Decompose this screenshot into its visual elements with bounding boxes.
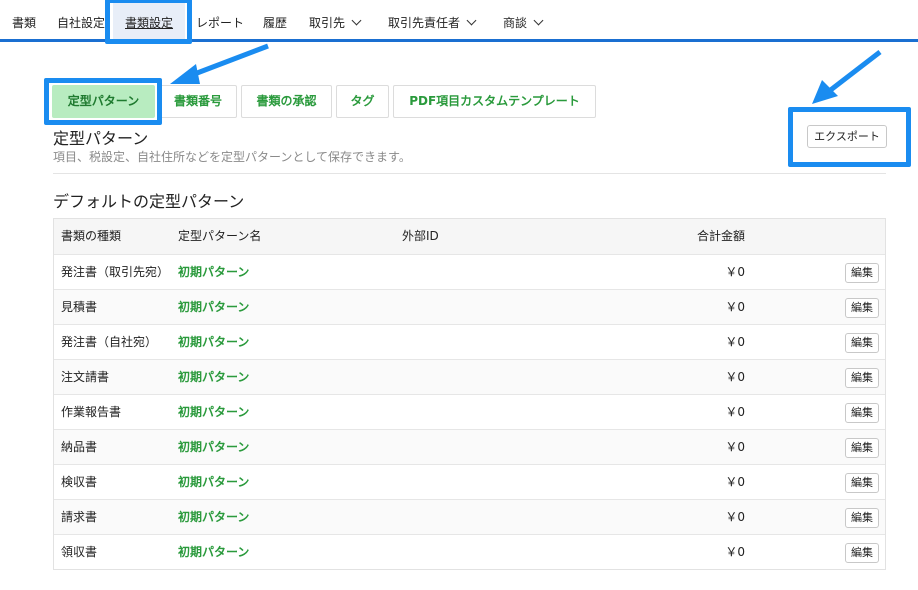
edit-button[interactable]: 編集 (845, 333, 879, 353)
nav-item-company-settings[interactable]: 自社設定 (57, 0, 105, 42)
nav-item-clients[interactable]: 取引先 (309, 0, 362, 42)
row-document-type: 見積書 (61, 300, 98, 314)
row-total-amount: ￥0 (725, 300, 745, 314)
table-row: 作業報告書 初期パターン ￥0 編集 (54, 394, 885, 429)
column-header-type: 書類の種類 (61, 229, 122, 243)
chevron-down-icon (533, 15, 544, 26)
edit-button[interactable]: 編集 (845, 403, 879, 423)
row-document-type: 発注書（自社宛） (61, 335, 158, 349)
edit-button[interactable]: 編集 (845, 473, 879, 493)
nav-item-reports[interactable]: レポート (196, 0, 244, 42)
row-document-type: 発注書（取引先宛） (61, 265, 170, 279)
row-document-type: 作業報告書 (61, 405, 122, 419)
table-header-row: 書類の種類 定型パターン名 外部ID 合計金額 (54, 219, 885, 254)
row-document-type: 領収書 (61, 545, 98, 559)
default-patterns-title: デフォルトの定型パターン (53, 192, 245, 211)
row-total-amount: ￥0 (725, 370, 745, 384)
table-row: 発注書（自社宛） 初期パターン ￥0 編集 (54, 324, 885, 359)
nav-item-history[interactable]: 履歴 (263, 0, 287, 42)
row-pattern-name-link[interactable]: 初期パターン (178, 395, 249, 430)
edit-button[interactable]: 編集 (845, 438, 879, 458)
table-row: 検収書 初期パターン ￥0 編集 (54, 464, 885, 499)
chevron-down-icon (466, 15, 477, 26)
nav-item-client-contacts[interactable]: 取引先責任者 (388, 0, 477, 42)
row-document-type: 注文請書 (61, 370, 110, 384)
row-pattern-name-link[interactable]: 初期パターン (178, 325, 249, 360)
row-document-type: 検収書 (61, 475, 98, 489)
section-title: 定型パターン (53, 129, 149, 148)
row-pattern-name-link[interactable]: 初期パターン (178, 500, 249, 535)
edit-button[interactable]: 編集 (845, 543, 879, 563)
nav-item-deals[interactable]: 商談 (503, 0, 544, 42)
row-document-type: 納品書 (61, 440, 98, 454)
tab-document-approval[interactable]: 書類の承認 (241, 85, 332, 118)
table-row: 領収書 初期パターン ￥0 編集 (54, 534, 885, 569)
row-pattern-name-link[interactable]: 初期パターン (178, 255, 249, 290)
row-pattern-name-link[interactable]: 初期パターン (178, 465, 249, 500)
edit-button[interactable]: 編集 (845, 368, 879, 388)
row-total-amount: ￥0 (725, 510, 745, 524)
row-total-amount: ￥0 (725, 405, 745, 419)
table-row: 発注書（取引先宛） 初期パターン ￥0 編集 (54, 254, 885, 289)
tab-fixed-pattern[interactable]: 定型パターン (52, 85, 155, 118)
nav-item-document-settings[interactable]: 書類設定 (113, 0, 186, 42)
nav-item-documents[interactable]: 書類 (12, 0, 36, 42)
arrow-to-nav-tab (170, 43, 269, 84)
table-row: 注文請書 初期パターン ￥0 編集 (54, 359, 885, 394)
row-pattern-name-link[interactable]: 初期パターン (178, 535, 249, 570)
row-total-amount: ￥0 (725, 265, 745, 279)
row-document-type: 請求書 (61, 510, 98, 524)
default-patterns-table: 書類の種類 定型パターン名 外部ID 合計金額 発注書（取引先宛） 初期パターン ￥… (53, 218, 886, 570)
table-row: 納品書 初期パターン ￥0 編集 (54, 429, 885, 464)
tab-tags[interactable]: タグ (336, 85, 389, 118)
table-row: 見積書 初期パターン ￥0 編集 (54, 289, 885, 324)
top-nav: 書類 自社設定 書類設定 レポート 履歴 取引先 取引先責任者 商談 (0, 0, 918, 42)
tab-pdf-custom-template[interactable]: PDF項目カスタムテンプレート (393, 85, 596, 118)
row-pattern-name-link[interactable]: 初期パターン (178, 360, 249, 395)
column-header-pattern-name: 定型パターン名 (178, 229, 262, 243)
column-header-total-amount: 合計金額 (696, 229, 745, 243)
row-total-amount: ￥0 (725, 475, 745, 489)
row-pattern-name-link[interactable]: 初期パターン (178, 290, 249, 325)
export-button[interactable]: エクスポート (807, 125, 887, 148)
arrow-to-export (812, 50, 882, 104)
tab-document-number[interactable]: 書類番号 (159, 85, 237, 118)
row-total-amount: ￥0 (725, 335, 745, 349)
chevron-down-icon (351, 15, 362, 26)
section-description: 項目、税設定、自社住所などを定型パターンとして保存できます。 (53, 150, 411, 164)
table-row: 請求書 初期パターン ￥0 編集 (54, 499, 885, 534)
column-header-external-id: 外部ID (402, 229, 439, 243)
row-pattern-name-link[interactable]: 初期パターン (178, 430, 249, 465)
edit-button[interactable]: 編集 (845, 263, 879, 283)
row-total-amount: ￥0 (725, 545, 745, 559)
edit-button[interactable]: 編集 (845, 508, 879, 528)
table-body: 発注書（取引先宛） 初期パターン ￥0 編集 見積書 初期パターン ￥0 編集 発注書（自社宛）… (54, 254, 885, 569)
row-total-amount: ￥0 (725, 440, 745, 454)
edit-button[interactable]: 編集 (845, 298, 879, 318)
divider (53, 173, 886, 174)
